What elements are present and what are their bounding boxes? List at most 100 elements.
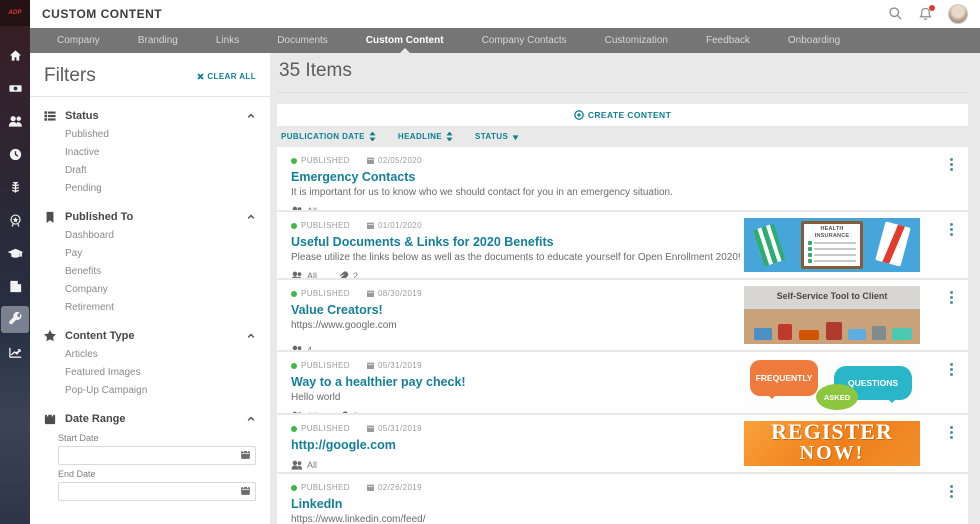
items-count: 35 Items: [277, 53, 968, 93]
publication-date: 05/31/2019: [378, 361, 422, 370]
status-badge: PUBLISHED: [301, 483, 350, 492]
tab-branding[interactable]: Branding: [119, 28, 197, 53]
section-nav: Company Branding Links Documents Custom …: [30, 28, 980, 53]
end-date-input[interactable]: [58, 482, 256, 501]
filter-option-pay[interactable]: Pay: [30, 245, 270, 263]
tab-documents[interactable]: Documents: [258, 28, 347, 53]
item-menu-button[interactable]: [948, 221, 955, 238]
sidebar-item-time[interactable]: [1, 141, 29, 168]
list-icon: [44, 110, 56, 122]
item-menu-button[interactable]: [948, 483, 955, 500]
start-date-input[interactable]: [58, 446, 256, 465]
item-menu-button[interactable]: [948, 156, 955, 173]
filter-section-status[interactable]: Status: [30, 105, 270, 126]
wrench-icon: [8, 312, 23, 327]
audience-label: All: [307, 411, 317, 413]
building-icon: [8, 279, 23, 294]
publication-date: 05/31/2019: [378, 424, 422, 433]
item-thumbnail: Self-Service Tool to Client: [744, 286, 920, 344]
item-thumbnail: HEALTH INSURANCE: [744, 218, 920, 272]
item-title-link[interactable]: Emergency Contacts: [291, 170, 954, 184]
audience-label: All: [307, 206, 317, 210]
filter-option-company[interactable]: Company: [30, 281, 270, 299]
filter-option-retirement[interactable]: Retirement: [30, 299, 270, 317]
item-description: It is important for us to know who we sh…: [291, 187, 954, 198]
audience-icon: [291, 345, 303, 350]
filter-option-published[interactable]: Published: [30, 126, 270, 144]
audience-icon: [291, 206, 303, 210]
filter-option-dashboard[interactable]: Dashboard: [30, 227, 270, 245]
page-title: CUSTOM CONTENT: [42, 7, 162, 21]
tab-feedback[interactable]: Feedback: [687, 28, 769, 53]
sidebar-item-tools[interactable]: [1, 306, 29, 333]
publication-date: 02/26/2019: [378, 483, 422, 492]
plus-circle-icon: [574, 110, 584, 120]
toys-graphic: [744, 318, 920, 344]
filter-option-articles[interactable]: Articles: [30, 346, 270, 364]
tab-customization[interactable]: Customization: [586, 28, 687, 53]
filter-section-published-to[interactable]: Published To: [30, 206, 270, 227]
tab-company[interactable]: Company: [38, 28, 119, 53]
audience-label: All: [307, 460, 317, 470]
sort-down-icon: [512, 132, 519, 141]
create-content-button[interactable]: CREATE CONTENT: [574, 110, 671, 120]
filter-option-featured-images[interactable]: Featured Images: [30, 364, 270, 382]
sidebar-item-education[interactable]: [1, 240, 29, 267]
item-menu-button[interactable]: [948, 424, 955, 441]
status-badge: PUBLISHED: [301, 424, 350, 433]
clear-all-button[interactable]: CLEAR ALL: [197, 72, 256, 81]
item-footer: 4: [291, 345, 954, 350]
item-title-link[interactable]: LinkedIn: [291, 497, 954, 511]
calendar-icon: [366, 289, 375, 298]
item-footer: All 2: [291, 271, 954, 278]
calendar-icon: [366, 221, 375, 230]
sidebar-item-people[interactable]: [1, 108, 29, 135]
status-badge: PUBLISHED: [301, 156, 350, 165]
create-content-bar: CREATE CONTENT: [277, 104, 968, 126]
sort-publication-date[interactable]: PUBLICATION DATE: [281, 132, 376, 141]
calendar-icon: [366, 361, 375, 370]
home-icon: [8, 48, 23, 63]
search-button[interactable]: [888, 6, 904, 22]
sort-headline[interactable]: HEADLINE: [398, 132, 453, 141]
sidebar-item-reports[interactable]: [1, 339, 29, 366]
tab-company-contacts[interactable]: Company Contacts: [463, 28, 586, 53]
sidebar-item-company[interactable]: [1, 273, 29, 300]
filter-option-popup-campaign[interactable]: Pop-Up Campaign: [30, 382, 270, 400]
tab-links[interactable]: Links: [197, 28, 258, 53]
content-item: PUBLISHED 01/01/2020 Useful Documents & …: [277, 212, 968, 278]
app-logo: ADP: [0, 0, 30, 26]
published-dot: [291, 158, 297, 164]
money-icon: [8, 81, 23, 96]
filter-section-content-type[interactable]: Content Type: [30, 325, 270, 346]
item-meta: PUBLISHED 02/26/2019: [291, 483, 954, 492]
item-menu-button[interactable]: [948, 361, 955, 378]
sort-status[interactable]: STATUS: [475, 132, 519, 141]
end-date-label: End Date: [30, 469, 270, 479]
filter-option-inactive[interactable]: Inactive: [30, 144, 270, 162]
sidebar-item-recognition[interactable]: [1, 207, 29, 234]
start-date-label: Start Date: [30, 433, 270, 443]
tab-onboarding[interactable]: Onboarding: [769, 28, 859, 53]
sidebar-item-home[interactable]: [1, 42, 29, 69]
filter-option-draft[interactable]: Draft: [30, 162, 270, 180]
filter-section-date-range[interactable]: Date Range: [30, 408, 270, 429]
filter-option-benefits[interactable]: Benefits: [30, 263, 270, 281]
status-badge: PUBLISHED: [301, 221, 350, 230]
star-icon: [44, 330, 56, 342]
calendar-icon: [366, 424, 375, 433]
published-dot: [291, 363, 297, 369]
item-menu-button[interactable]: [948, 289, 955, 306]
status-badge: PUBLISHED: [301, 361, 350, 370]
sidebar-item-medical[interactable]: [1, 174, 29, 201]
filter-option-pending[interactable]: Pending: [30, 180, 270, 198]
sort-updown-icon: [446, 132, 453, 141]
sidebar-item-pay[interactable]: [1, 75, 29, 102]
publication-date: 01/01/2020: [378, 221, 422, 230]
tab-custom-content[interactable]: Custom Content: [347, 28, 463, 53]
chart-icon: [8, 345, 23, 360]
left-sidebar: ADP: [0, 0, 30, 524]
published-dot: [291, 291, 297, 297]
notifications-button[interactable]: [918, 6, 934, 22]
user-avatar[interactable]: [948, 4, 968, 24]
